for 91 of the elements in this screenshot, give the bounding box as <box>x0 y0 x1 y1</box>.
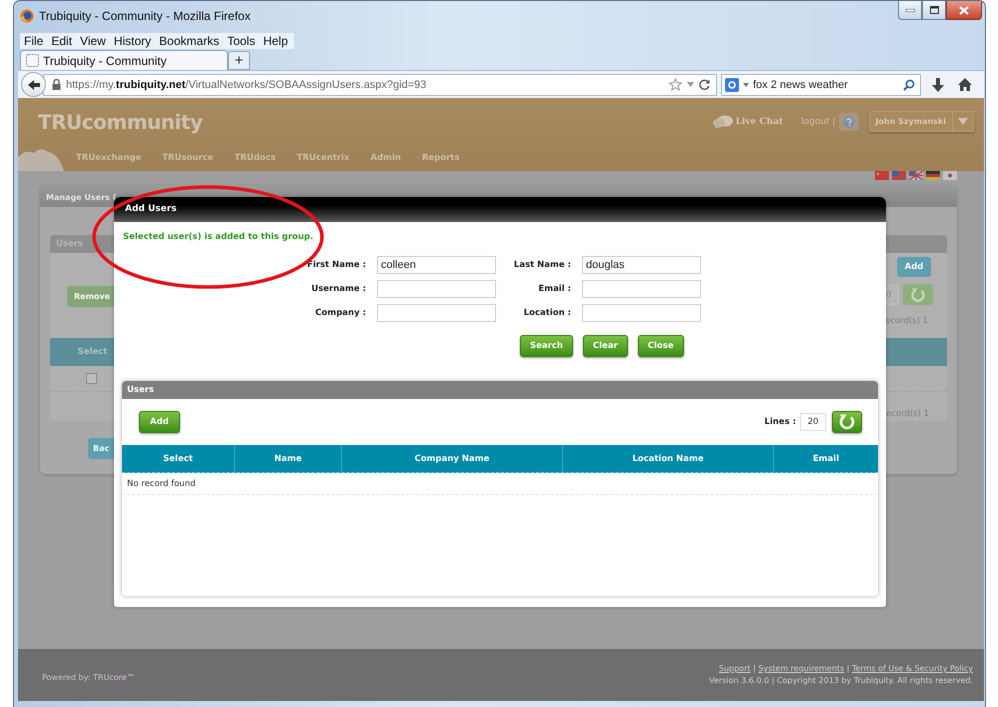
address-field[interactable]: https://my.trubiquity.net/VirtualNetworks/SOBAAssignUsers.aspx?gid=93 <box>43 74 717 96</box>
refresh-icon <box>911 288 925 302</box>
dialog-title: Add Users <box>114 197 886 222</box>
nav-link[interactable]: Admin <box>370 153 401 163</box>
minimize-button[interactable] <box>898 1 922 20</box>
menu-item[interactable]: Bookmarks <box>159 33 220 49</box>
checkbox[interactable] <box>86 373 97 384</box>
help-button[interactable] <box>839 112 860 130</box>
live-chat-link[interactable]: Live Chat <box>736 116 784 126</box>
site-logo: TRUcommunity <box>38 110 202 134</box>
text-field[interactable] <box>377 304 496 322</box>
column-header: Email <box>812 452 840 466</box>
field-label: Last Name : <box>512 260 571 270</box>
column-header: Select <box>76 347 108 357</box>
caret-icon[interactable] <box>743 82 749 86</box>
home-icon[interactable] <box>958 78 972 91</box>
add-button[interactable]: Add <box>897 257 931 277</box>
search-field[interactable]: fox 2 news weather <box>721 74 921 96</box>
field-label: Username : <box>310 284 366 294</box>
menu-item[interactable]: History <box>114 33 152 49</box>
panel-header: Users <box>122 381 878 399</box>
back-button[interactable]: Bac <box>88 438 114 459</box>
status-message: Selected user(s) is added to this group. <box>123 231 314 243</box>
browser-tab[interactable]: Trubiquity - Community <box>20 50 228 70</box>
field-label: Company : <box>314 308 366 318</box>
column-header: Location Name <box>563 445 774 472</box>
speech-bubble-icon[interactable] <box>712 114 733 128</box>
column-header: Company Name <box>342 445 563 472</box>
flag-icon[interactable] <box>875 171 889 180</box>
menu-item[interactable]: Edit <box>51 33 72 49</box>
cloud-drawing <box>18 147 66 171</box>
close-icon <box>959 6 969 14</box>
maximize-icon <box>930 6 938 14</box>
question-mark-icon <box>843 116 856 128</box>
nav-link[interactable]: TRUdocs <box>234 153 276 163</box>
reload-icon[interactable] <box>699 79 710 90</box>
maximize-button[interactable] <box>922 1 946 20</box>
flag-icon[interactable] <box>909 171 923 180</box>
nav-link[interactable]: TRUcentrix <box>296 153 350 163</box>
logout-link[interactable]: logout | <box>801 116 836 126</box>
dialog-button[interactable]: Search <box>520 335 573 357</box>
field-label: Email : <box>537 284 571 294</box>
caret-icon[interactable] <box>687 82 694 87</box>
lines-field[interactable]: 20 <box>800 413 826 431</box>
firefox-icon <box>20 9 34 23</box>
menu-item[interactable]: File <box>24 33 44 49</box>
back-arrow-icon <box>26 78 40 90</box>
page-icon <box>26 54 39 67</box>
dialog-button[interactable]: Close <box>638 335 684 357</box>
text-field[interactable] <box>582 280 701 298</box>
field-label: First Name : <box>306 260 366 270</box>
copyright-text: Version 3.6.0.0 | Copyright 2013 by Trubiquity. All rights reserved. <box>709 675 973 687</box>
menu-item[interactable]: Help <box>263 33 288 49</box>
back-button[interactable] <box>21 72 46 97</box>
new-tab-button[interactable]: + <box>228 51 250 70</box>
menu-item[interactable]: View <box>80 33 106 49</box>
star-icon[interactable] <box>669 78 682 91</box>
close-button[interactable] <box>946 1 982 20</box>
text-field[interactable]: colleen <box>377 256 496 274</box>
search-icon[interactable] <box>903 78 915 90</box>
nav-link[interactable]: Reports <box>422 153 460 163</box>
footer-link[interactable]: Terms of Use & Security Policy <box>852 664 973 673</box>
text-field[interactable]: douglas <box>582 256 701 274</box>
lines-label: Lines : <box>764 417 796 427</box>
nav-link[interactable]: TRUsource <box>162 153 214 163</box>
powered-by-text: Powered by: TRUcore™ <box>42 672 135 682</box>
menu-item[interactable]: Tools <box>227 33 256 49</box>
add-button[interactable]: Add <box>139 411 180 433</box>
empty-message: No record found <box>127 478 196 488</box>
caret-icon <box>958 118 968 125</box>
footer-link[interactable]: Support <box>718 664 750 673</box>
search-engine-icon[interactable] <box>725 78 739 92</box>
remove-button[interactable]: Remove <box>67 286 114 307</box>
refresh-icon <box>839 414 855 430</box>
field-label: Location : <box>522 308 571 318</box>
window-title: Trubiquity - Community - Mozilla Firefox <box>39 9 251 23</box>
nav-link[interactable]: TRUexchange <box>76 153 142 163</box>
column-header: Name <box>235 445 342 472</box>
flag-icon[interactable] <box>943 171 957 180</box>
lock-icon <box>52 79 61 90</box>
user-menu-button[interactable]: John Szymanski <box>869 111 974 132</box>
footer-link[interactable]: System requirements <box>758 664 844 673</box>
minimize-icon <box>906 8 914 12</box>
text-field[interactable] <box>582 304 701 322</box>
refresh-button[interactable] <box>832 411 862 433</box>
text-field[interactable] <box>377 280 496 298</box>
download-icon[interactable] <box>932 78 944 92</box>
flag-icon[interactable] <box>926 171 940 180</box>
footer-links-text: Support | System requirements | Terms of Use & Security Policy <box>718 663 973 675</box>
dialog-button[interactable]: Clear <box>582 335 628 357</box>
column-header: Select <box>122 445 235 472</box>
